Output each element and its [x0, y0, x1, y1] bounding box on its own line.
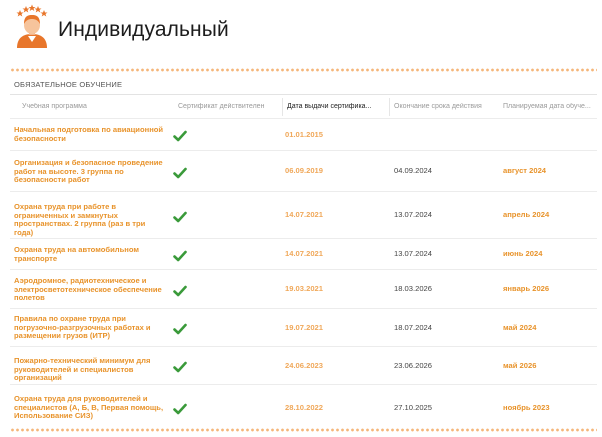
table-row[interactable]: Охрана труда при работе в ограниченных и…	[10, 191, 597, 238]
issue-date: 19.03.2021	[285, 284, 324, 293]
table-row[interactable]: Охрана труда на автомобильном транспорте…	[10, 238, 597, 269]
section-title: ОБЯЗАТЕЛЬНОЕ ОБУЧЕНИЕ	[14, 80, 123, 89]
check-icon	[173, 166, 187, 179]
planned-date: январь 2026	[503, 284, 550, 293]
column-header-certificate[interactable]: Сертификат действителен	[178, 103, 278, 110]
expiry-date: 18.07.2024	[394, 323, 433, 332]
mandatory-training-panel: ОБЯЗАТЕЛЬНОЕ ОБУЧЕНИЕ Учебная программа …	[10, 68, 597, 432]
expiry-date: 13.07.2024	[394, 249, 433, 258]
dotted-border-bottom	[10, 428, 597, 432]
expiry-date: 04.09.2024	[394, 166, 433, 175]
planned-date: апрель 2024	[503, 210, 550, 219]
issue-date: 06.09.2019	[285, 166, 324, 175]
program-name[interactable]: Пожарно-технический минимум для руководи…	[14, 356, 164, 383]
check-icon	[173, 284, 187, 297]
column-header-expiry[interactable]: Окончание срока действия	[394, 103, 496, 110]
expiry-date: 23.06.2026	[394, 361, 433, 370]
planned-date: июнь 2024	[503, 249, 543, 258]
issue-date: 14.07.2021	[285, 210, 324, 219]
issue-date: 01.01.2015	[285, 130, 324, 139]
issue-date: 24.06.2023	[285, 361, 324, 370]
planned-date: май 2024	[503, 323, 537, 332]
program-name[interactable]: Охрана труда на автомобильном транспорте	[14, 245, 164, 263]
check-icon	[173, 322, 187, 335]
section-divider	[10, 94, 597, 95]
program-name[interactable]: Охрана труда при работе в ограниченных и…	[14, 202, 164, 237]
page-header: Индивидуальный	[0, 0, 602, 62]
column-divider	[389, 98, 390, 116]
planned-date: май 2026	[503, 361, 537, 370]
issue-date: 14.07.2021	[285, 249, 324, 258]
program-name[interactable]: Организация и безопасное проведение рабо…	[14, 158, 164, 185]
dotted-border-top	[10, 68, 597, 72]
planned-date: ноябрь 2023	[503, 403, 550, 412]
issue-date: 19.07.2021	[285, 323, 324, 332]
table-header: Учебная программа Сертификат действителе…	[10, 98, 597, 116]
table-row[interactable]: Аэродромное, радиотехническое и электрос…	[10, 269, 597, 308]
check-icon	[173, 402, 187, 415]
table-row[interactable]: Пожарно-технический минимум для руководи…	[10, 346, 597, 384]
table-row[interactable]: Правила по охране труда при погрузочно-р…	[10, 308, 597, 346]
expiry-date: 18.03.2026	[394, 284, 433, 293]
check-icon	[173, 129, 187, 142]
check-icon	[173, 249, 187, 262]
program-name[interactable]: Аэродромное, радиотехническое и электрос…	[14, 276, 164, 303]
user-avatar-icon	[16, 4, 48, 48]
expiry-date: 27.10.2025	[394, 403, 433, 412]
program-name[interactable]: Правила по охране труда при погрузочно-р…	[14, 314, 164, 341]
planned-date: август 2024	[503, 166, 547, 175]
expiry-date: 13.07.2024	[394, 210, 433, 219]
column-header-planned[interactable]: Планируемая дата обуче...	[503, 103, 595, 110]
issue-date: 28.10.2022	[285, 403, 324, 412]
program-name[interactable]: Охрана труда для руководителей и специал…	[14, 394, 164, 421]
check-icon	[173, 210, 187, 223]
program-name[interactable]: Начальная подготовка по авиационной безо…	[14, 125, 164, 143]
column-header-program[interactable]: Учебная программа	[22, 103, 167, 110]
table-row[interactable]: Начальная подготовка по авиационной безо…	[10, 118, 597, 150]
column-divider	[282, 98, 283, 116]
column-header-issue-date[interactable]: Дата выдачи сертифика...	[287, 103, 387, 110]
check-icon	[173, 360, 187, 373]
page-title: Индивидуальный	[58, 18, 229, 41]
table-row[interactable]: Организация и безопасное проведение рабо…	[10, 150, 597, 191]
table-row[interactable]: Охрана труда для руководителей и специал…	[10, 384, 597, 430]
